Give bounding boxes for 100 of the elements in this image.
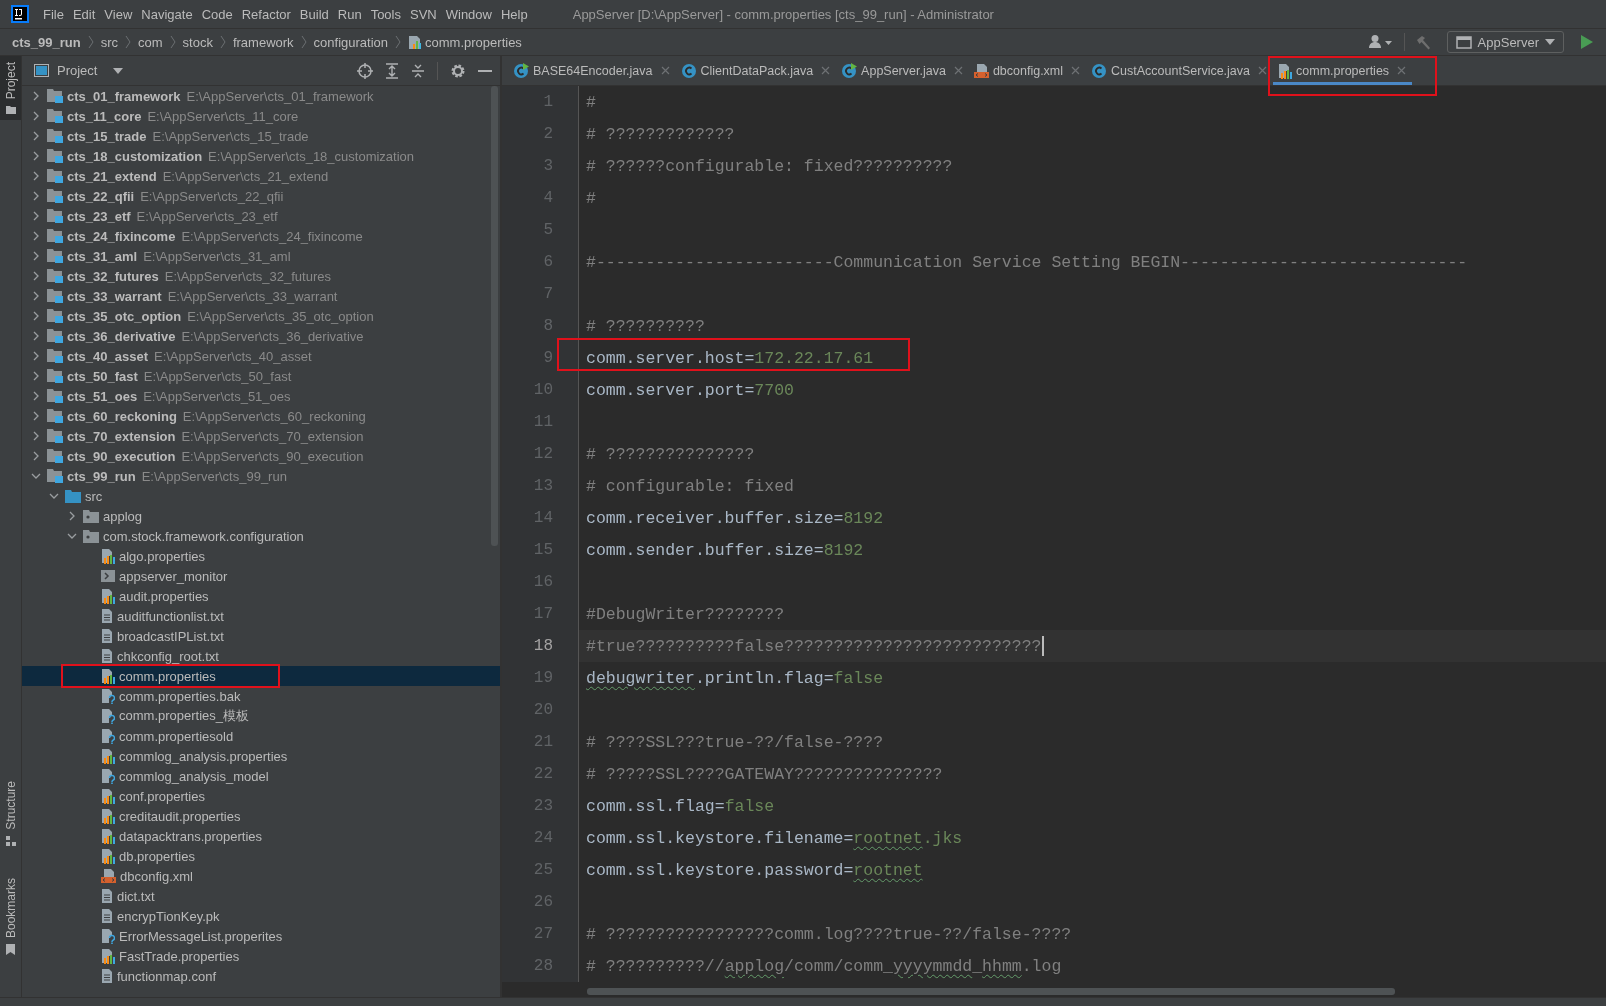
tree-item[interactable]: cts_33_warrant E:\AppServer\cts_33_warrant	[22, 286, 500, 306]
chevron-down-icon[interactable]	[31, 472, 41, 480]
close-icon[interactable]	[953, 66, 963, 75]
breadcrumb[interactable]: com	[138, 34, 163, 50]
tree-item[interactable]: cts_40_asset E:\AppServer\cts_40_asset	[22, 346, 500, 366]
scrollbar[interactable]	[491, 86, 498, 546]
tool-window-tab[interactable]: Bookmarks	[0, 871, 21, 961]
tree-item[interactable]: cts_36_derivative E:\AppServer\cts_36_derivative	[22, 326, 500, 346]
tree-item[interactable]: ErrorMessageList.properites	[22, 926, 500, 946]
run-configuration-dropdown[interactable]: AppServer	[1446, 31, 1564, 53]
tree-item[interactable]: conf.properties	[22, 786, 500, 806]
editor-tab[interactable]: AppServer.java	[836, 56, 969, 85]
tree-item[interactable]: commlog_analysis.properties	[22, 746, 500, 766]
tree-item[interactable]: applog	[22, 506, 500, 526]
chevron-right-icon[interactable]	[32, 371, 40, 381]
chevron-right-icon[interactable]	[32, 251, 40, 261]
tree-item[interactable]: com.stock.framework.configuration	[22, 526, 500, 546]
tree-item[interactable]: FastTrade.properties	[22, 946, 500, 966]
tree-item[interactable]: cts_50_fast E:\AppServer\cts_50_fast	[22, 366, 500, 386]
tree-item[interactable]: src	[22, 486, 500, 506]
menu-item[interactable]: SVN	[410, 6, 437, 22]
tree-item[interactable]: audit.properties	[22, 586, 500, 606]
tree-item[interactable]: dbconfig.xml	[22, 866, 500, 886]
tree-item[interactable]: cts_21_extend E:\AppServer\cts_21_extend	[22, 166, 500, 186]
menu-item[interactable]: Code	[201, 6, 233, 22]
tree-item[interactable]: db.properties	[22, 846, 500, 866]
chevron-right-icon[interactable]	[32, 431, 40, 441]
chevron-down-icon[interactable]	[49, 492, 59, 500]
breadcrumb[interactable]: configuration	[313, 34, 389, 50]
tree-item[interactable]: dict.txt	[22, 886, 500, 906]
chevron-right-icon[interactable]	[32, 151, 40, 161]
tree-item[interactable]: comm.properties	[22, 666, 500, 686]
tree-item[interactable]: functionmap.conf	[22, 966, 500, 986]
settings-icon[interactable]	[450, 62, 466, 79]
expand-all-icon[interactable]	[385, 62, 399, 79]
tree-item[interactable]: appserver_monitor	[22, 566, 500, 586]
tree-item[interactable]: cts_15_trade E:\AppServer\cts_15_trade	[22, 126, 500, 146]
collapse-all-icon[interactable]	[411, 62, 425, 79]
chevron-right-icon[interactable]	[32, 411, 40, 421]
run-icon[interactable]	[1580, 34, 1594, 50]
chevron-down-icon[interactable]	[67, 532, 77, 540]
chevron-right-icon[interactable]	[32, 391, 40, 401]
tree-item[interactable]: cts_18_customization E:\AppServer\cts_18_customization	[22, 146, 500, 166]
hammer-icon[interactable]	[1414, 34, 1431, 50]
tree-item[interactable]: creditaudit.properties	[22, 806, 500, 826]
chevron-right-icon[interactable]	[32, 291, 40, 301]
breadcrumb[interactable]: stock	[182, 34, 213, 50]
tree-item[interactable]: cts_23_etf E:\AppServer\cts_23_etf	[22, 206, 500, 226]
tree-item[interactable]: cts_90_execution E:\AppServer\cts_90_execution	[22, 446, 500, 466]
chevron-right-icon[interactable]	[32, 131, 40, 141]
tree-item[interactable]: datapacktrans.properties	[22, 826, 500, 846]
tool-window-tab[interactable]: Project	[0, 56, 21, 121]
tree-item[interactable]: cts_22_qfii E:\AppServer\cts_22_qfii	[22, 186, 500, 206]
editor-tab[interactable]: CustAccountService.java	[1086, 56, 1273, 85]
chevron-right-icon[interactable]	[32, 351, 40, 361]
editor-tab[interactable]: dbconfig.xml	[968, 56, 1087, 85]
menu-item[interactable]: Refactor	[241, 6, 291, 22]
app-logo-icon[interactable]	[11, 5, 29, 23]
chevron-right-icon[interactable]	[32, 211, 40, 221]
menu-item[interactable]: Run	[337, 6, 362, 22]
locate-icon[interactable]	[357, 62, 373, 79]
tree-item[interactable]: cts_51_oes E:\AppServer\cts_51_oes	[22, 386, 500, 406]
tree-item[interactable]: commlog_analysis_model	[22, 766, 500, 786]
tree-item[interactable]: cts_31_aml E:\AppServer\cts_31_aml	[22, 246, 500, 266]
tree-item[interactable]: broadcastIPList.txt	[22, 626, 500, 646]
tree-item[interactable]: comm.properties_模板	[22, 706, 500, 726]
chevron-right-icon[interactable]	[32, 331, 40, 341]
user-dropdown-icon[interactable]	[1367, 34, 1394, 50]
menu-item[interactable]: Window	[445, 6, 492, 22]
tree-item[interactable]: chkconfig_root.txt	[22, 646, 500, 666]
tree-item[interactable]: cts_60_reckoning E:\AppServer\cts_60_reckoning	[22, 406, 500, 426]
tree-item[interactable]: cts_01_framework E:\AppServer\cts_01_framework	[22, 86, 500, 106]
chevron-right-icon[interactable]	[68, 511, 76, 521]
tree-item[interactable]: cts_35_otc_option E:\AppServer\cts_35_otc_option	[22, 306, 500, 326]
close-icon[interactable]	[1071, 66, 1081, 75]
close-icon[interactable]	[1258, 66, 1267, 75]
chevron-right-icon[interactable]	[32, 451, 40, 461]
tool-window-tab[interactable]: Structure	[0, 775, 21, 852]
breadcrumb[interactable]: cts_99_run	[12, 34, 81, 50]
menu-item[interactable]: File	[43, 6, 64, 22]
tree-item[interactable]: comm.properties.bak	[22, 686, 500, 706]
menu-item[interactable]: Build	[299, 6, 329, 22]
tree-item[interactable]: cts_99_run E:\AppServer\cts_99_run	[22, 466, 500, 486]
close-icon[interactable]	[1397, 66, 1407, 75]
menu-item[interactable]: Help	[500, 6, 528, 22]
tree-item[interactable]: cts_24_fixincome E:\AppServer\cts_24_fixincome	[22, 226, 500, 246]
breadcrumb[interactable]: comm.properties	[425, 34, 522, 50]
chevron-right-icon[interactable]	[32, 271, 40, 281]
tree-item[interactable]: cts_11_core E:\AppServer\cts_11_core	[22, 106, 500, 126]
scrollbar[interactable]	[587, 988, 1395, 995]
chevron-right-icon[interactable]	[32, 231, 40, 241]
chevron-right-icon[interactable]	[32, 311, 40, 321]
menu-item[interactable]: View	[104, 6, 133, 22]
chevron-right-icon[interactable]	[32, 191, 40, 201]
close-icon[interactable]	[660, 66, 670, 75]
chevron-right-icon[interactable]	[32, 171, 40, 181]
chevron-right-icon[interactable]	[32, 111, 40, 121]
breadcrumb[interactable]: framework	[232, 34, 294, 50]
project-view-dropdown[interactable]: Project	[34, 63, 124, 78]
tree-item[interactable]: comm.propertiesold	[22, 726, 500, 746]
